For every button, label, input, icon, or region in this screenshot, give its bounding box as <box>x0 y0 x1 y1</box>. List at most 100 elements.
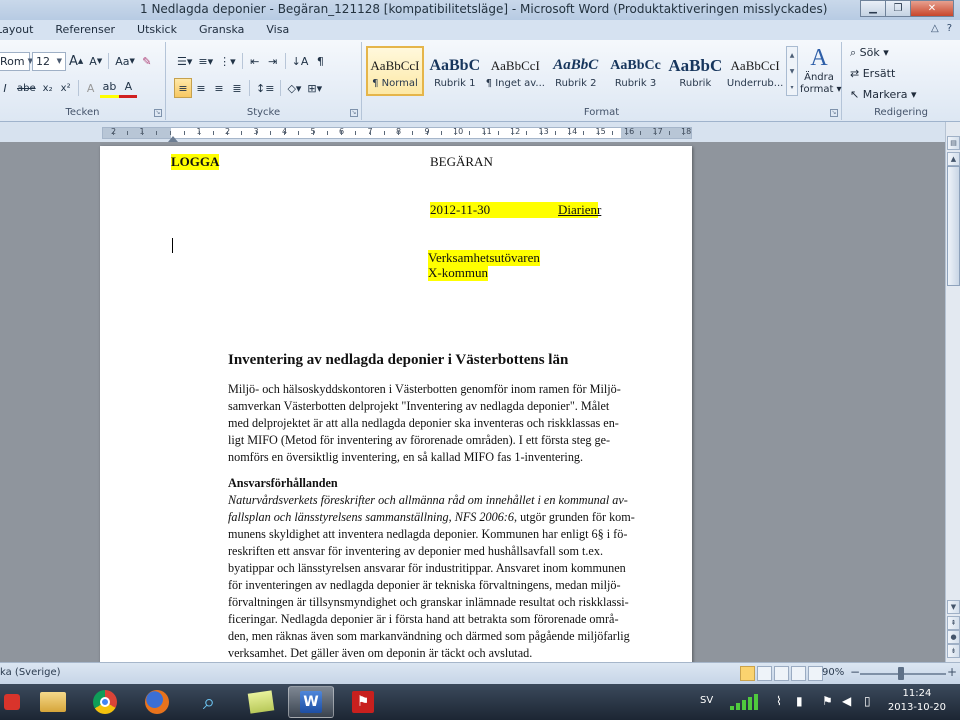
acrobat-icon[interactable]: ⚑ <box>340 686 386 718</box>
style-heading-2[interactable]: AaBbC Rubrik 2 <box>547 46 605 96</box>
scroll-up-icon[interactable]: ▲ <box>947 152 960 166</box>
chrome-icon[interactable] <box>82 686 128 718</box>
previous-page-icon[interactable]: ⇞ <box>947 616 960 630</box>
minimize-button[interactable]: ▁ <box>860 0 886 17</box>
zoom-slider-thumb[interactable] <box>898 667 904 680</box>
file-explorer-icon[interactable] <box>30 686 76 718</box>
dialog-launcher-icon[interactable]: ↘ <box>154 109 162 117</box>
power-icon[interactable]: ▯ <box>864 694 871 708</box>
editing-group-label: Redigering <box>874 107 928 118</box>
notes-icon[interactable] <box>238 686 284 718</box>
text-line: Naturvårdsverkets föreskrifter och allmä… <box>228 493 628 507</box>
vertical-scrollbar[interactable]: ▤ ▲ ▼ ⇞ ● ⇟ <box>945 122 960 662</box>
maximize-button[interactable]: ❐ <box>885 0 911 17</box>
ruler-area: 21123456789101112131415161718 <box>0 122 945 142</box>
more-icon[interactable]: ▾ <box>790 84 793 91</box>
next-page-icon[interactable]: ⇟ <box>947 644 960 658</box>
shrink-font-button[interactable]: A ▼ <box>86 51 105 71</box>
select-button[interactable]: ↖ Markera ▾ <box>850 88 917 101</box>
zoom-out-icon[interactable]: − <box>850 665 860 679</box>
word-icon[interactable]: W <box>288 686 334 718</box>
superscript-icon[interactable]: x² <box>57 78 75 98</box>
strikethrough-icon[interactable]: abe <box>14 78 39 98</box>
font-name-combo[interactable]: Rom ▼ <box>0 51 33 71</box>
browse-object-icon[interactable]: ● <box>947 630 960 644</box>
borders-icon[interactable]: ⊞▾ <box>304 78 325 98</box>
keyboard-language[interactable]: SV <box>700 695 713 706</box>
flag-icon[interactable]: ⚑ <box>822 694 833 708</box>
language-indicator[interactable]: ka (Sverige) <box>0 667 61 678</box>
firefox-icon[interactable] <box>134 686 180 718</box>
text-effects-icon[interactable]: A <box>82 78 100 98</box>
search-icon[interactable]: ⌕ <box>186 686 232 718</box>
ruler-tick <box>611 131 613 135</box>
subscript-icon[interactable]: x₂ <box>39 78 57 98</box>
align-right-icon[interactable]: ≡ <box>210 78 228 98</box>
select-label: Markera <box>862 88 908 101</box>
style-title[interactable]: AaBbC Rubrik <box>666 46 724 96</box>
full-screen-reading-icon[interactable] <box>757 666 772 681</box>
style-normal[interactable]: AaBbCcI ¶ Normal <box>366 46 424 96</box>
close-button[interactable]: ✕ <box>910 0 954 17</box>
signal-strength-icon[interactable] <box>730 692 770 710</box>
tab-layout[interactable]: Layout <box>0 20 44 40</box>
date-line: 2012-11-30 Diarienr <box>430 202 601 218</box>
dialog-launcher-icon[interactable]: ↘ <box>830 109 838 117</box>
tab-mailings[interactable]: Utskick <box>126 20 188 40</box>
scroll-thumb[interactable] <box>947 166 960 286</box>
clock[interactable]: 11:24 2013-10-20 <box>888 687 946 715</box>
speaker-icon[interactable]: ◀ <box>842 694 851 708</box>
style-heading-1[interactable]: AaBbC Rubrik 1 <box>426 46 484 96</box>
zoom-in-icon[interactable]: + <box>947 665 957 679</box>
multilevel-list-icon[interactable]: ⋮▾ <box>216 51 239 71</box>
start-icon[interactable] <box>0 686 24 718</box>
show-marks-icon[interactable]: ¶ <box>311 51 329 71</box>
outline-view-icon[interactable] <box>791 666 806 681</box>
sort-icon[interactable]: ↓A <box>289 51 312 71</box>
dialog-launcher-icon[interactable]: ↘ <box>350 109 358 117</box>
ruler-tick <box>241 131 243 135</box>
line-spacing-icon[interactable]: ↕≡ <box>253 78 277 98</box>
horizontal-ruler[interactable]: 21123456789101112131415161718 <box>102 127 692 139</box>
ruler-toggle-icon[interactable]: ▤ <box>947 136 960 150</box>
separator <box>241 53 243 69</box>
replace-button[interactable]: ⇄ Ersätt <box>850 67 895 80</box>
change-styles-button[interactable]: A Ändra format ▾ <box>800 44 842 106</box>
grow-font-button[interactable]: A ▲ <box>66 51 86 71</box>
font-size-combo[interactable]: 12 ▼ <box>32 51 66 71</box>
numbering-icon[interactable]: ≡▾ <box>195 51 216 71</box>
style-heading-3[interactable]: AaBbCc Rubrik 3 <box>607 46 665 96</box>
minimize-ribbon-icon[interactable]: △ <box>931 23 939 34</box>
battery-icon[interactable]: ▮ <box>796 694 803 708</box>
align-center-icon[interactable]: ≡ <box>192 78 210 98</box>
style-subtitle[interactable]: AaBbCcI Underrub... <box>726 46 784 96</box>
web-layout-icon[interactable] <box>774 666 789 681</box>
chevron-down-icon[interactable]: ▼ <box>790 68 795 75</box>
find-button[interactable]: ⌕ Sök ▾ <box>850 46 889 60</box>
zoom-level[interactable]: 90% <box>822 667 844 678</box>
tab-review[interactable]: Granska <box>188 20 255 40</box>
tab-view[interactable]: Visa <box>255 20 300 40</box>
help-icon[interactable]: ? <box>947 23 952 34</box>
font-color-icon[interactable]: A <box>119 78 138 98</box>
print-layout-icon[interactable] <box>740 666 755 681</box>
align-left-icon[interactable]: ≡ <box>174 78 192 98</box>
network-icon[interactable]: ⌇ <box>776 694 782 708</box>
styles-gallery-scroll[interactable]: ▲ ▼ ▾ <box>786 46 798 96</box>
ruler-tick <box>383 131 385 135</box>
clear-formatting-icon[interactable]: ✎ <box>138 51 156 71</box>
tab-references[interactable]: Referenser <box>44 20 126 40</box>
change-case-button[interactable]: Aa ▼ <box>112 51 138 71</box>
bullets-icon[interactable]: ☰▾ <box>174 51 195 71</box>
draft-view-icon[interactable] <box>808 666 823 681</box>
increase-indent-icon[interactable]: ⇥ <box>264 51 282 71</box>
decrease-indent-icon[interactable]: ⇤ <box>246 51 264 71</box>
style-no-spacing[interactable]: AaBbCcI ¶ Inget av... <box>486 46 545 96</box>
scroll-down-icon[interactable]: ▼ <box>947 600 960 614</box>
justify-icon[interactable]: ≣ <box>228 78 246 98</box>
shading-icon[interactable]: ◇▾ <box>284 78 304 98</box>
document-page[interactable]: LOGGA BEGÄRAN 2012-11-30 Diarienr Verksa… <box>100 146 692 662</box>
italic-icon[interactable]: I <box>0 78 14 98</box>
chevron-up-icon[interactable]: ▲ <box>790 52 795 59</box>
highlight-color-icon[interactable]: ab <box>99 78 120 98</box>
